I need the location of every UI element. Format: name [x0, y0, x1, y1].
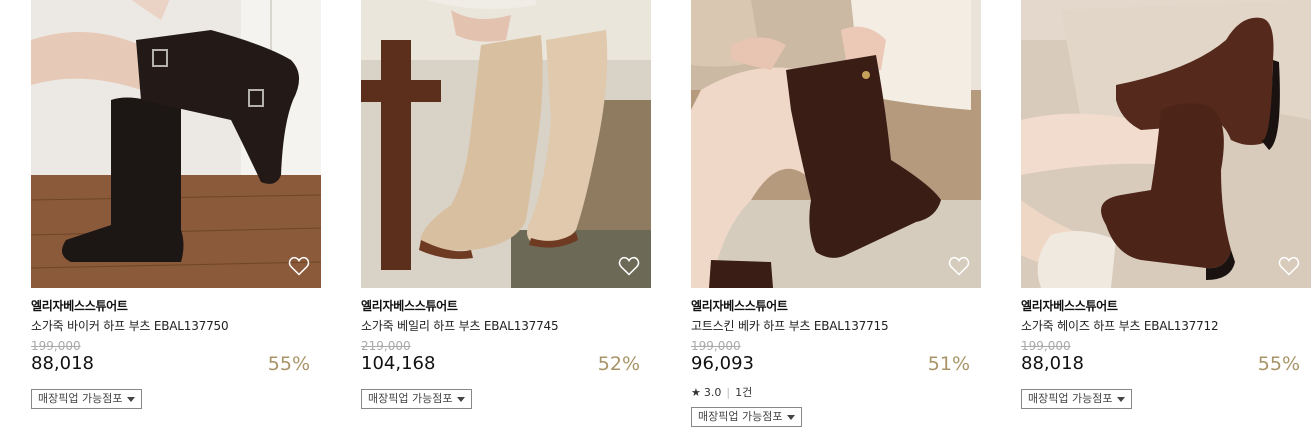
- caret-down-icon: [127, 396, 136, 402]
- caret-down-icon: [787, 414, 796, 420]
- black-biker-boots-photo: [31, 0, 321, 288]
- store-pickup-dropdown[interactable]: 매장픽업 가능점포: [1021, 389, 1133, 409]
- store-pickup-dropdown[interactable]: 매장픽업 가능점포: [691, 407, 803, 427]
- product-card[interactable]: 엘리자베스스튜어트 고트스킨 베카 하프 부츠 EBAL137715 199,0…: [691, 0, 981, 427]
- brown-goatskin-boots-photo: [691, 0, 981, 288]
- original-price: 199,000: [1021, 339, 1071, 353]
- product-image[interactable]: [31, 0, 321, 288]
- brown-chunky-boots-photo: [1021, 0, 1311, 288]
- original-price: 199,000: [691, 339, 741, 353]
- product-brand: 엘리자베스스튜어트: [361, 299, 458, 313]
- store-pickup-dropdown[interactable]: 매장픽업 가능점포: [31, 389, 143, 409]
- discount-rate: 55%: [1257, 353, 1300, 375]
- original-price: 199,000: [31, 339, 81, 353]
- sale-price: 104,168: [361, 353, 436, 374]
- rating-score: 3.0: [703, 385, 722, 399]
- caret-down-icon: [457, 396, 466, 402]
- original-price: 219,000: [361, 339, 411, 353]
- product-name[interactable]: 고트스킨 베카 하프 부츠 EBAL137715: [691, 317, 889, 334]
- discount-rate: 52%: [597, 353, 640, 375]
- store-pickup-dropdown[interactable]: 매장픽업 가능점포: [361, 389, 473, 409]
- product-brand: 엘리자베스스튜어트: [31, 299, 128, 313]
- sale-price: 88,018: [1021, 353, 1084, 374]
- beige-suede-boots-photo: [361, 0, 651, 288]
- product-rating: ★ 3.0 | 1건: [691, 384, 752, 400]
- sale-price: 88,018: [31, 353, 94, 374]
- store-pickup-label: 매장픽업 가능점포: [698, 410, 783, 423]
- product-card[interactable]: 엘리자베스스튜어트 소가죽 베일리 하프 부츠 EBAL137745 219,0…: [361, 0, 651, 409]
- divider: |: [726, 385, 731, 399]
- product-image[interactable]: [361, 0, 651, 288]
- product-brand: 엘리자베스스튜어트: [691, 299, 788, 313]
- product-card[interactable]: 엘리자베스스튜어트 소가죽 바이커 하프 부츠 EBAL137750 199,0…: [31, 0, 321, 409]
- product-name[interactable]: 소가죽 헤이즈 하프 부츠 EBAL137712: [1021, 317, 1219, 334]
- product-name[interactable]: 소가죽 바이커 하프 부츠 EBAL137750: [31, 317, 229, 334]
- review-count: 1건: [735, 386, 753, 399]
- product-grid: 엘리자베스스튜어트 소가죽 바이커 하프 부츠 EBAL137750 199,0…: [0, 0, 1316, 443]
- wishlist-heart-icon[interactable]: [1277, 254, 1301, 278]
- product-image[interactable]: [691, 0, 981, 288]
- product-card[interactable]: 엘리자베스스튜어트 소가죽 헤이즈 하프 부츠 EBAL137712 199,0…: [1021, 0, 1311, 409]
- store-pickup-label: 매장픽업 가능점포: [38, 392, 123, 405]
- discount-rate: 55%: [267, 353, 310, 375]
- discount-rate: 51%: [927, 353, 970, 375]
- product-name[interactable]: 소가죽 베일리 하프 부츠 EBAL137745: [361, 317, 559, 334]
- store-pickup-label: 매장픽업 가능점포: [368, 392, 453, 405]
- wishlist-heart-icon[interactable]: [947, 254, 971, 278]
- product-image[interactable]: [1021, 0, 1311, 288]
- product-brand: 엘리자베스스튜어트: [1021, 299, 1118, 313]
- sale-price: 96,093: [691, 353, 754, 374]
- caret-down-icon: [1117, 396, 1126, 402]
- store-pickup-label: 매장픽업 가능점포: [1028, 392, 1113, 405]
- star-icon: ★: [691, 385, 701, 399]
- wishlist-heart-icon[interactable]: [617, 254, 641, 278]
- wishlist-heart-icon[interactable]: [287, 254, 311, 278]
